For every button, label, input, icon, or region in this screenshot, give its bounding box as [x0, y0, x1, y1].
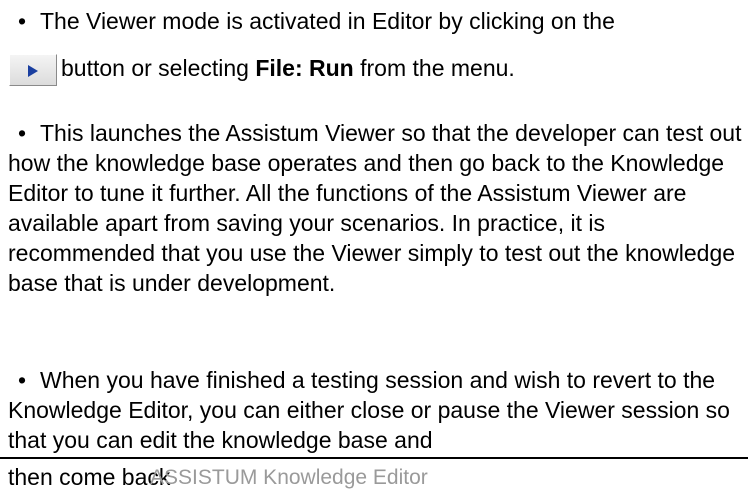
- footer-title: ASSISTUM Knowledge Editor: [150, 466, 428, 489]
- bullet: •: [18, 367, 27, 393]
- paragraph-1-text: The Viewer mode is activated in Editor b…: [40, 8, 615, 34]
- paragraph-1-line-2: button or selecting File: Run from the m…: [8, 50, 746, 86]
- paragraph-3: • When you have finished a testing sessio…: [8, 365, 746, 455]
- footer-divider: [0, 457, 748, 459]
- play-arrow-icon: [28, 64, 38, 77]
- run-button[interactable]: [9, 53, 57, 86]
- paragraph-1-text-3: from the menu.: [353, 55, 515, 81]
- bullet: •: [18, 8, 27, 34]
- paragraph-3-text: When you have finished a testing session…: [8, 367, 730, 453]
- paragraph-2-text: This launches the Assistum Viewer so tha…: [8, 120, 742, 296]
- file-run-menu-reference: File: Run: [255, 55, 354, 81]
- paragraph-1-text-2: button or selecting: [61, 55, 256, 81]
- bullet: •: [18, 120, 27, 146]
- paragraph-2: • This launches the Assistum Viewer so th…: [8, 118, 746, 298]
- paragraph-1: • The Viewer mode is activated in Editor …: [8, 6, 746, 86]
- paragraph-1-line-1: • The Viewer mode is activated in Editor …: [8, 6, 746, 40]
- paragraph-3-tail: then come back: [8, 464, 171, 489]
